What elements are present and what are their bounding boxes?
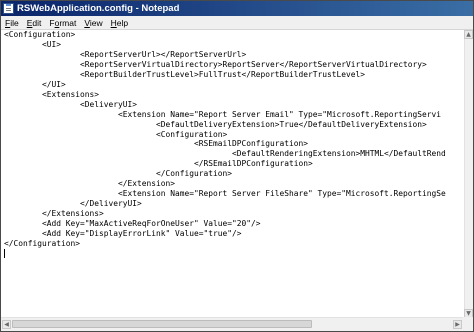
menu-edit[interactable]: Edit (23, 18, 46, 28)
menu-format[interactable]: Format (45, 18, 80, 28)
horizontal-scroll-thumb[interactable] (12, 320, 312, 328)
editor-line: </Configuration> (4, 239, 81, 249)
menu-view[interactable]: View (80, 18, 106, 28)
scroll-right-arrow-icon[interactable]: ▶ (453, 320, 462, 329)
vertical-scrollbar[interactable]: ▲ ▼ (464, 30, 473, 318)
editor-line: </Extensions> (4, 209, 104, 219)
editor-line: <Configuration> (4, 30, 76, 39)
editor-line: </RSEmailDPConfiguration> (4, 159, 313, 169)
editor-content[interactable]: <Configuration> <UI> <ReportServerUrl></… (2, 30, 464, 260)
scroll-up-arrow-icon[interactable]: ▲ (464, 30, 473, 39)
menu-help-label: elp (116, 17, 129, 28)
title-bar[interactable]: RSWebApplication.config - Notepad (1, 1, 473, 16)
editor-line: <ReportServerUrl></ReportServerUrl> (4, 49, 247, 59)
editor-line: <Add Key="DisplayErrorLink" Value="true"… (4, 229, 242, 239)
editor-line: </Configuration> (4, 169, 233, 179)
menu-bar: File Edit Format View Help (1, 16, 473, 30)
notepad-window: RSWebApplication.config - Notepad File E… (0, 0, 474, 332)
editor-line: <Extension Name="Report Server Email" Ty… (4, 109, 442, 119)
text-editor[interactable]: <Configuration> <UI> <ReportServerUrl></… (2, 30, 464, 318)
menu-help[interactable]: Help (107, 18, 132, 28)
window-title: RSWebApplication.config - Notepad (17, 3, 180, 14)
horizontal-scrollbar[interactable]: ◀ ▶ (1, 317, 464, 331)
editor-line: <Add Key="MaxActiveReqForOneUser" Value=… (4, 219, 261, 229)
editor-line: <ReportServerVirtualDirectory>ReportServ… (4, 59, 427, 69)
editor-line: <Extension Name="Report Server FileShare… (4, 189, 446, 199)
menu-file[interactable]: File (1, 18, 23, 28)
scroll-left-arrow-icon[interactable]: ◀ (2, 320, 11, 329)
editor-line: <DefaultRenderingExtension>MHTML</Defaul… (4, 149, 446, 159)
text-caret (4, 248, 5, 258)
editor-line: <ReportBuilderTrustLevel>FullTrust</Repo… (4, 69, 366, 79)
menu-edit-label: dit (32, 17, 42, 28)
menu-format-label-end: rmat (59, 17, 77, 28)
size-grip[interactable] (463, 317, 473, 331)
editor-line: <Extensions> (4, 89, 100, 99)
menu-view-label: iew (89, 17, 103, 28)
notepad-icon[interactable] (3, 3, 14, 14)
editor-line: <RSEmailDPConfiguration> (4, 139, 309, 149)
editor-line: <DefaultDeliveryExtension>True</DefaultD… (4, 119, 427, 129)
editor-line: <DeliveryUI> (4, 99, 138, 109)
editor-line: <Configuration> (4, 129, 228, 139)
editor-line: </DeliveryUI> (4, 199, 142, 209)
menu-file-label: ile (10, 17, 19, 28)
editor-line: <UI> (4, 39, 62, 49)
editor-line: </UI> (4, 79, 66, 89)
editor-line: </Extension> (4, 179, 176, 189)
